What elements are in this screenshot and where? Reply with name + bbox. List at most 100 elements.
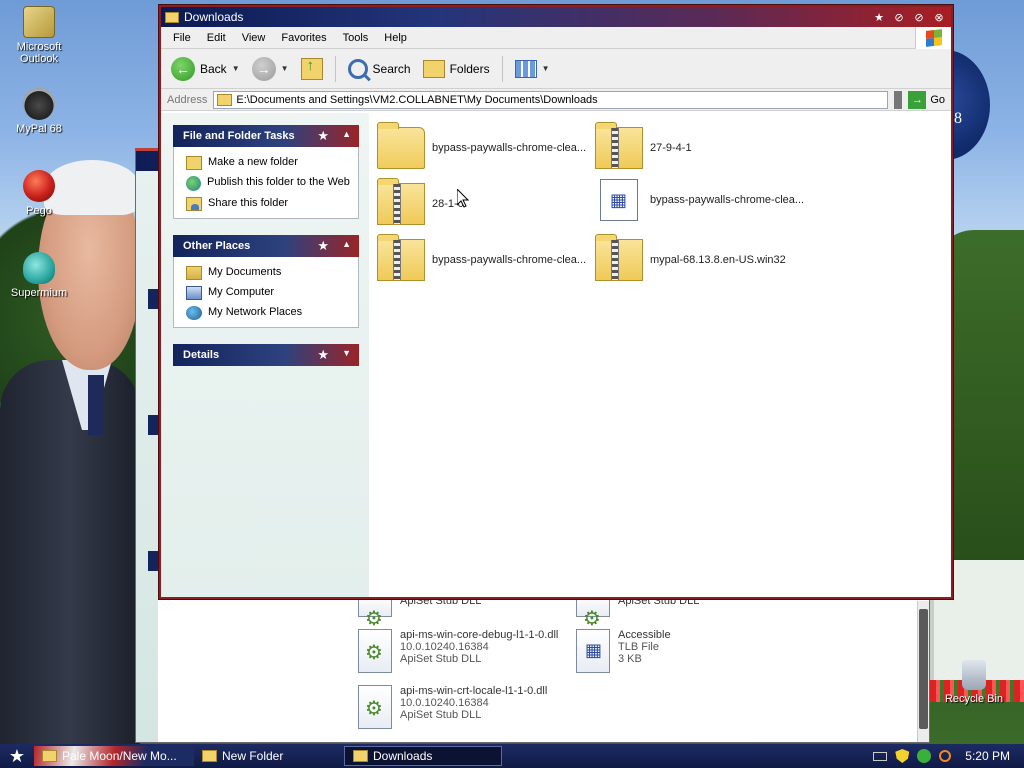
share-folder-icon — [186, 197, 202, 211]
file-item[interactable]: mypal-68.13.8.en-US.win32 — [595, 234, 810, 281]
folders-button[interactable]: Folders — [419, 58, 494, 80]
vertical-scrollbar[interactable] — [917, 601, 929, 742]
safely-remove-icon[interactable] — [917, 749, 932, 763]
up-button[interactable] — [297, 56, 327, 82]
taskbar-item-new-folder[interactable]: New Folder — [194, 746, 344, 766]
task-make-new-folder[interactable]: Make a new folder — [186, 153, 350, 173]
search-icon — [347, 58, 368, 79]
pego-icon — [23, 170, 55, 202]
star-icon: ★ — [317, 238, 329, 253]
desktop-icon-label: Supermium — [10, 287, 68, 299]
go-button[interactable]: → Go — [908, 90, 951, 109]
my-documents-icon — [186, 266, 202, 280]
explorer-window[interactable]: Downloads ★ ⊘ ⊘ ⊗ File Edit View Favorit… — [159, 5, 953, 599]
forward-button[interactable]: → ▼ — [248, 55, 293, 83]
desktop-icon-pego[interactable]: Pego — [1, 170, 77, 217]
supermium-icon — [23, 252, 55, 284]
dropdown-arrow-icon[interactable]: ▼ — [232, 64, 240, 73]
toolbar: ← Back ▼ → ▼ Search Folders ▼ — [161, 49, 951, 89]
panel-list: Make a new folder Publish this folder to… — [173, 147, 359, 219]
details-panel: Details ★ ▼ — [173, 344, 359, 366]
close-button[interactable]: ⊗ — [931, 10, 947, 24]
star-icon: ★ — [317, 128, 329, 143]
folder-icon — [353, 750, 368, 762]
search-button[interactable]: Search — [344, 57, 415, 81]
wallpaper-person — [0, 160, 140, 744]
menu-help[interactable]: Help — [376, 32, 415, 44]
views-button[interactable]: ▼ — [511, 58, 554, 80]
desktop-icon-label: Recycle Bin — [944, 693, 1004, 705]
desktop-icon-outlook[interactable]: Microsoft Outlook — [1, 6, 77, 65]
background-window-task-pane — [136, 171, 158, 742]
desktop-icon-label: MyPal 68 — [16, 123, 62, 135]
windows-flag-icon — [925, 28, 942, 47]
window-title: Downloads — [184, 10, 244, 24]
panel-header[interactable]: Other Places ★ ▲ — [173, 235, 359, 257]
desktop-icon-mypal[interactable]: MyPal 68 — [1, 88, 77, 135]
star-icon: ★ — [317, 347, 329, 362]
toolbar-separator — [501, 55, 503, 82]
taskbar-item-downloads[interactable]: Downloads — [344, 746, 502, 766]
views-icon — [514, 59, 537, 78]
background-file-item[interactable]: api-ms-win-core-debug-l1-1-0.dll 10.0.10… — [358, 629, 558, 673]
chevron-up-icon[interactable]: ▲ — [342, 239, 351, 249]
file-folder-tasks-panel: File and Folder Tasks ★ ▲ Make a new fol… — [173, 125, 359, 219]
file-item[interactable]: 28-1-0 — [377, 178, 592, 225]
go-label: Go — [930, 93, 945, 106]
zip-folder-icon — [377, 234, 425, 281]
dropdown-arrow-icon[interactable]: ▼ — [542, 64, 550, 73]
desktop-icon-recycle-bin[interactable]: Recycle Bin — [936, 660, 1012, 705]
file-item[interactable]: 27-9-4-1 — [595, 122, 810, 169]
file-item[interactable]: bypass-paywalls-chrome-clea... — [377, 122, 592, 169]
menu-tools[interactable]: Tools — [335, 32, 377, 44]
panel-header[interactable]: Details ★ ▼ — [173, 344, 359, 366]
scrollbar-thumb[interactable] — [919, 609, 928, 729]
menu-favorites[interactable]: Favorites — [273, 32, 334, 44]
back-button[interactable]: ← Back ▼ — [167, 55, 244, 83]
search-icon[interactable] — [939, 750, 952, 762]
address-dropdown-button[interactable] — [894, 90, 903, 109]
background-file-item[interactable]: Accessible TLB File 3 KB — [576, 629, 671, 673]
file-item[interactable]: bypass-paywalls-chrome-clea... — [595, 179, 810, 221]
background-file-item[interactable]: api-ms-win-crt-locale-l1-1-0.dll 10.0.10… — [358, 685, 547, 729]
menu-edit[interactable]: Edit — [199, 32, 234, 44]
maximize-button[interactable]: ⊘ — [911, 10, 927, 24]
zip-folder-icon — [595, 234, 643, 281]
folders-icon — [422, 59, 445, 78]
menu-view[interactable]: View — [234, 32, 274, 44]
panel-header[interactable]: File and Folder Tasks ★ ▲ — [173, 125, 359, 147]
outlook-icon — [23, 6, 55, 38]
clock[interactable]: 5:20 PM — [965, 749, 1010, 763]
menu-file[interactable]: File — [165, 32, 199, 44]
place-my-computer[interactable]: My Computer — [186, 283, 350, 303]
my-computer-icon — [186, 286, 202, 300]
security-shield-icon[interactable] — [895, 749, 910, 763]
start-button[interactable]: ★ — [0, 744, 34, 768]
taskbar-item-palemoon[interactable]: Pale Moon/New Mo... — [34, 746, 194, 766]
document-icon — [600, 179, 638, 221]
titlebar[interactable]: Downloads ★ ⊘ ⊘ ⊗ — [161, 7, 951, 27]
chevron-up-icon[interactable]: ▲ — [342, 129, 351, 139]
desktop-icon-label: Pego — [26, 205, 52, 217]
gear-dll-icon — [358, 629, 392, 673]
dropdown-arrow-icon[interactable]: ▼ — [281, 64, 289, 73]
panel-title: Details — [183, 349, 220, 361]
menu-bar: File Edit View Favorites Tools Help — [161, 26, 951, 49]
desktop-icon-label: Microsoft Outlook — [16, 41, 62, 65]
address-input[interactable]: E:\Documents and Settings\VM2.COLLABNET\… — [213, 90, 889, 109]
minimize-button[interactable]: ⊘ — [891, 10, 907, 24]
file-item[interactable]: bypass-paywalls-chrome-clea... — [377, 234, 592, 281]
place-my-network-places[interactable]: My Network Places — [186, 303, 350, 323]
desktop-icon-supermium[interactable]: Supermium — [1, 252, 77, 299]
chevron-down-icon[interactable]: ▼ — [342, 348, 351, 358]
new-folder-icon — [186, 156, 202, 170]
task-share-folder[interactable]: Share this folder — [186, 194, 350, 214]
go-arrow-icon: → — [908, 90, 927, 109]
pin-button[interactable]: ★ — [871, 10, 887, 24]
search-label: Search — [372, 61, 411, 76]
task-publish-folder[interactable]: Publish this folder to the Web — [186, 173, 350, 194]
place-my-documents[interactable]: My Documents — [186, 263, 350, 283]
folder-icon — [202, 750, 217, 762]
panel-list: My Documents My Computer My Network Plac… — [173, 257, 359, 328]
keyboard-icon[interactable] — [873, 751, 888, 761]
